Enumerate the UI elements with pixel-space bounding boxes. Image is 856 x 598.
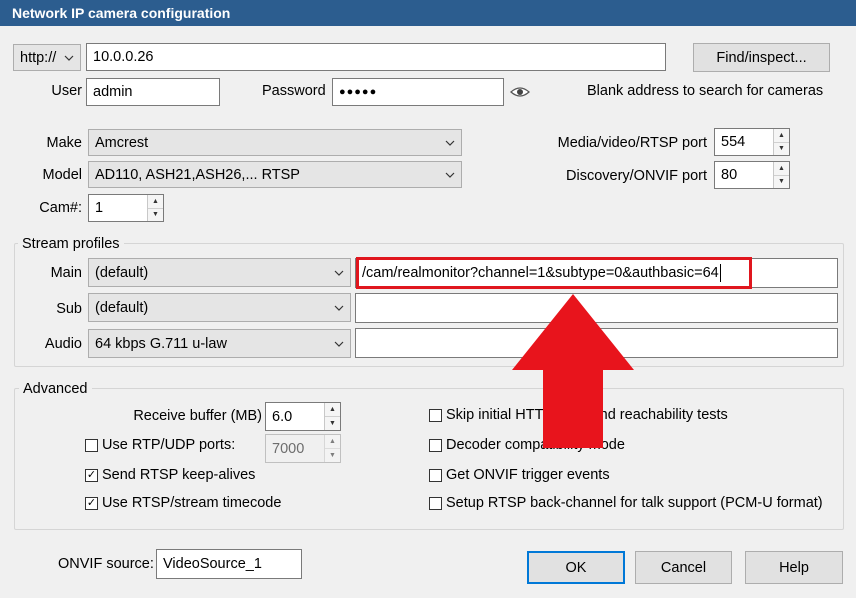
model-select[interactable]: AD110, ASH21,ASH26,... RTSP (88, 161, 462, 188)
onvif-source-label: ONVIF source: (58, 556, 154, 572)
address-value: 10.0.0.26 (93, 49, 154, 65)
receive-buffer-value: 6.0 (272, 408, 293, 425)
chevron-down-icon (334, 341, 344, 347)
user-value: admin (93, 84, 133, 100)
onvif-port-label: Discovery/ONVIF port (566, 168, 707, 184)
spin-down-icon[interactable]: ▼ (325, 417, 340, 430)
onvif-source-value: VideoSource_1 (163, 556, 262, 572)
main-profile-value: (default) (95, 264, 149, 281)
checkbox-box[interactable] (429, 496, 442, 510)
receive-buffer-spinner[interactable]: 6.0 ▲ ▼ (265, 402, 341, 431)
checkbox-checked-icon[interactable]: ✓ (85, 468, 98, 482)
user-label: User (51, 83, 82, 99)
audio-profile-select[interactable]: 64 kbps G.711 u-law (88, 329, 351, 358)
timecode-checkbox[interactable]: ✓ Use RTSP/stream timecode (85, 495, 281, 511)
checkbox-checked-icon[interactable]: ✓ (85, 496, 98, 510)
checkbox-box[interactable] (85, 438, 98, 452)
stream-profiles-title: Stream profiles (18, 235, 124, 253)
media-port-spinner[interactable]: 554 ▲ ▼ (714, 128, 790, 156)
onvif-source-field: VideoSource_1 (156, 549, 302, 579)
spin-buttons[interactable]: ▲ ▼ (773, 129, 789, 155)
cam-number-value: 1 (95, 200, 104, 216)
use-rtp-label: Use RTP/UDP ports: (102, 437, 236, 453)
keepalive-checkbox[interactable]: ✓ Send RTSP keep-alives (85, 467, 255, 483)
user-input[interactable]: admin (86, 78, 220, 106)
onvif-events-label: Get ONVIF trigger events (446, 467, 610, 483)
annotation-arrow-up-icon (512, 294, 634, 448)
make-select[interactable]: Amcrest (88, 129, 462, 156)
password-label: Password (262, 83, 326, 99)
password-value: ●●●●● (339, 86, 378, 98)
onvif-port-value: 80 (721, 167, 738, 183)
search-hint: Blank address to search for cameras (587, 83, 824, 99)
advanced-title: Advanced (19, 380, 92, 398)
spin-down-icon: ▼ (325, 449, 340, 462)
model-label: Model (42, 167, 83, 183)
find-inspect-button[interactable]: Find/inspect... (693, 43, 830, 72)
make-value: Amcrest (95, 134, 149, 151)
main-label: Main (50, 265, 82, 281)
receive-buffer-label: Receive buffer (MB) (133, 408, 262, 424)
spin-up-icon[interactable]: ▲ (325, 403, 340, 417)
help-button[interactable]: Help (745, 551, 843, 584)
media-port-value: 554 (721, 134, 746, 150)
spin-down-icon[interactable]: ▼ (148, 208, 163, 221)
onvif-port-spinner[interactable]: 80 ▲ ▼ (714, 161, 790, 189)
audio-profile-value: 64 kbps G.711 u-law (95, 335, 227, 352)
checkbox-box[interactable] (429, 438, 442, 452)
spin-up-icon: ▲ (325, 435, 340, 449)
cancel-button[interactable]: Cancel (635, 551, 732, 584)
spin-up-icon[interactable]: ▲ (774, 162, 789, 176)
checkbox-box[interactable] (429, 468, 442, 482)
sub-label: Sub (56, 301, 82, 317)
cam-number-label: Cam#: (39, 200, 82, 216)
chevron-down-icon (64, 55, 74, 61)
sub-profile-select[interactable]: (default) (88, 293, 351, 322)
spin-down-icon[interactable]: ▼ (774, 175, 789, 188)
audio-label: Audio (44, 336, 82, 352)
rtp-port-spinner: 7000 ▲ ▼ (265, 434, 341, 463)
main-profile-select[interactable]: (default) (88, 258, 351, 287)
highlight-box (356, 257, 752, 289)
sub-profile-value: (default) (95, 299, 149, 316)
use-rtp-checkbox[interactable]: Use RTP/UDP ports: (85, 437, 235, 453)
backchannel-label: Setup RTSP back-channel for talk support… (446, 495, 823, 511)
timecode-label: Use RTSP/stream timecode (102, 495, 282, 511)
media-port-label: Media/video/RTSP port (557, 135, 707, 151)
spin-buttons[interactable]: ▲ ▼ (773, 162, 789, 188)
keepalive-label: Send RTSP keep-alives (102, 467, 256, 483)
chevron-down-icon (445, 172, 455, 178)
chevron-down-icon (445, 140, 455, 146)
spin-down-icon[interactable]: ▼ (774, 142, 789, 155)
onvif-events-checkbox[interactable]: Get ONVIF trigger events (429, 467, 610, 483)
protocol-value: http:// (20, 49, 57, 66)
checkbox-box[interactable] (429, 408, 442, 422)
protocol-select[interactable]: http:// (13, 44, 81, 71)
backchannel-checkbox[interactable]: Setup RTSP back-channel for talk support… (429, 495, 823, 511)
ok-button[interactable]: OK (527, 551, 625, 584)
make-label: Make (46, 135, 82, 151)
window-title: Network IP camera configuration (0, 0, 856, 26)
cam-number-spinner[interactable]: 1 ▲ ▼ (88, 194, 164, 222)
chevron-down-icon (334, 305, 344, 311)
spin-buttons[interactable]: ▲ ▼ (147, 195, 163, 221)
chevron-down-icon (334, 270, 344, 276)
eye-icon[interactable] (510, 84, 530, 100)
spin-up-icon[interactable]: ▲ (148, 195, 163, 209)
address-input[interactable]: 10.0.0.26 (86, 43, 666, 71)
spin-up-icon[interactable]: ▲ (774, 129, 789, 143)
rtp-port-value: 7000 (272, 440, 305, 457)
model-value: AD110, ASH21,ASH26,... RTSP (95, 166, 300, 183)
password-input[interactable]: ●●●●● (332, 78, 504, 106)
spin-buttons: ▲ ▼ (324, 435, 340, 462)
spin-buttons[interactable]: ▲ ▼ (324, 403, 340, 430)
